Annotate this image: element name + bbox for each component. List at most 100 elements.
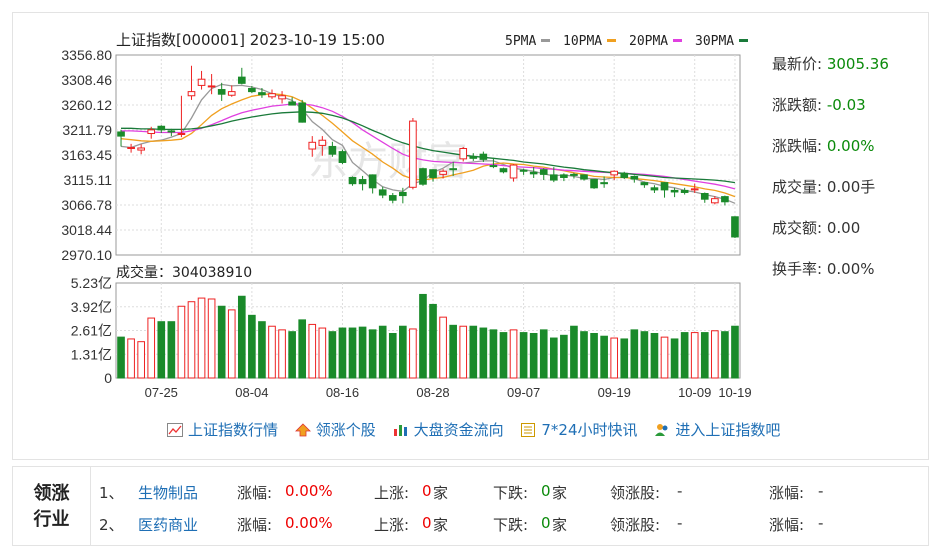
candle-body xyxy=(328,145,337,155)
legend-swatch xyxy=(673,39,682,42)
candle xyxy=(278,91,286,104)
volume-bar xyxy=(700,332,709,379)
volume-bar xyxy=(278,329,286,379)
x-tick-label: 10-09 xyxy=(678,385,711,400)
volume-bar xyxy=(600,335,608,379)
volume-bar xyxy=(509,329,518,379)
volume-bar xyxy=(358,326,367,379)
legend-label: 20PMA xyxy=(629,34,668,49)
candle xyxy=(700,192,709,203)
candle-body xyxy=(489,165,498,168)
candle xyxy=(680,187,689,195)
y-tick-label: 3018.44 xyxy=(61,222,112,238)
candle-body xyxy=(177,133,186,136)
volume-bar xyxy=(378,325,387,379)
candle-body xyxy=(429,169,437,178)
candle-body xyxy=(509,164,518,179)
candle xyxy=(368,174,377,194)
candle xyxy=(338,149,347,165)
volume-bar xyxy=(258,321,266,379)
volume-bar xyxy=(580,331,588,379)
volume-bar xyxy=(560,334,568,379)
candle-body xyxy=(388,195,397,201)
stat-change-amount: 涨跌额: -0.03 xyxy=(772,96,866,114)
sector-name-link[interactable]: 医药商业 xyxy=(138,514,198,535)
legend-swatch xyxy=(607,39,616,42)
volume-y-tick-label: 1.31亿 xyxy=(71,346,112,362)
candle xyxy=(268,89,276,99)
candle-body xyxy=(117,131,125,137)
candle-body xyxy=(560,174,568,178)
volume-bar xyxy=(268,325,276,379)
volume-bar xyxy=(298,319,307,379)
candle-body xyxy=(338,151,347,163)
candle-body xyxy=(590,179,598,189)
volume-bar xyxy=(620,338,629,379)
volume-bar xyxy=(529,332,538,379)
candle-body xyxy=(459,148,468,160)
candle-body xyxy=(690,188,699,191)
candle-body xyxy=(479,153,488,160)
candle xyxy=(529,167,538,178)
volume-bar xyxy=(590,332,598,379)
volume-y-tick-label: 3.92亿 xyxy=(71,299,112,315)
candle-body xyxy=(700,193,709,200)
x-tick-label: 09-07 xyxy=(507,385,540,400)
candle-body xyxy=(419,168,427,185)
users-icon xyxy=(655,424,668,436)
candle-body xyxy=(721,196,729,203)
volume-y-tick-label: 2.61亿 xyxy=(71,323,112,339)
volume-bar xyxy=(479,327,488,379)
candle-body xyxy=(630,175,639,180)
volume-bar xyxy=(368,329,377,379)
kline-title: 上证指数[000001] 2023-10-19 15:00 xyxy=(116,31,385,49)
candle xyxy=(539,168,548,181)
candle xyxy=(298,99,307,123)
candle-body xyxy=(650,187,659,191)
y-tick-label: 3211.79 xyxy=(62,122,112,138)
link-index-quotes[interactable]: 上证指数行情 xyxy=(167,419,278,440)
volume-bar xyxy=(388,332,397,379)
candle-body xyxy=(570,173,578,176)
volume-bar xyxy=(217,305,226,379)
candle xyxy=(620,171,629,180)
volume-bar xyxy=(328,331,337,379)
x-tick-label: 09-19 xyxy=(598,385,631,400)
candle-body xyxy=(298,102,307,123)
candle xyxy=(650,185,659,193)
candle-body xyxy=(227,91,236,96)
volume-bar xyxy=(439,316,447,379)
volume-bar xyxy=(137,341,145,379)
candle-body xyxy=(348,176,357,185)
volume-y-tick-label: 5.23亿 xyxy=(71,275,112,291)
link-capital-flow[interactable]: 大盘资金流向 xyxy=(393,419,504,440)
legend-label: 30PMA xyxy=(695,34,734,49)
leading-sectors: 领涨 行业 1、 生物制品 涨幅: 0.00% 上涨: 0 家 下跌: 0 家 … xyxy=(12,466,929,546)
volume-bar xyxy=(499,332,508,379)
volume-bar xyxy=(117,336,125,379)
volume-bar xyxy=(630,329,639,379)
candle xyxy=(499,167,508,174)
volume-bar xyxy=(449,324,457,379)
candle xyxy=(459,146,468,162)
news-icon xyxy=(521,423,536,437)
candle-body xyxy=(217,89,226,95)
candle-body xyxy=(620,172,629,178)
candle-body xyxy=(207,85,216,88)
candle-body xyxy=(147,129,156,135)
volume-bar xyxy=(227,309,236,379)
sector-name-link[interactable]: 生物制品 xyxy=(138,482,198,503)
volume-bar xyxy=(570,325,578,379)
stat-volume: 成交量: 0.00手 xyxy=(772,178,876,196)
link-leading-stocks[interactable]: 领涨个股 xyxy=(294,419,376,440)
candle-body xyxy=(197,78,206,86)
candle xyxy=(237,67,246,85)
candle-body xyxy=(237,76,246,84)
candle-body xyxy=(519,169,528,172)
link-news-flash[interactable]: 7*24小时快讯 xyxy=(520,419,638,440)
candle-body xyxy=(358,179,367,185)
link-forum[interactable]: 进入上证指数吧 xyxy=(654,419,780,440)
volume-bar xyxy=(539,329,548,379)
candle-body xyxy=(409,120,417,188)
stat-change-percent: 涨跌幅: 0.00% xyxy=(772,137,875,155)
